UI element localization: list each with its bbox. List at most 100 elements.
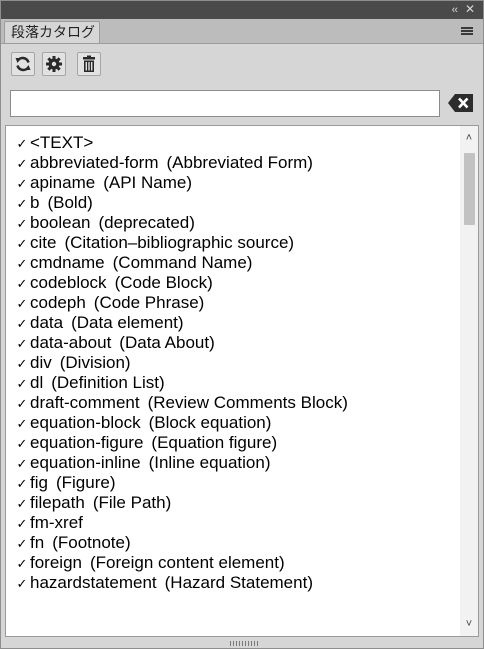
item-description: (Definition List) <box>51 373 165 392</box>
panel-title-strip: ‹‹ ✕ <box>1 1 483 19</box>
list-item[interactable]: ✓ draft-comment (Review Comments Block) <box>6 393 458 413</box>
refresh-button[interactable] <box>11 52 35 76</box>
checkmark-icon: ✓ <box>16 416 28 431</box>
item-description: (Division) <box>59 353 131 372</box>
collapse-panel-button[interactable]: ‹‹ <box>452 3 458 17</box>
checkmark-icon: ✓ <box>16 376 28 391</box>
list-item[interactable]: ✓ <TEXT> <box>6 133 458 153</box>
item-description: (Code Phrase) <box>93 293 205 312</box>
item-description: (Footnote) <box>52 533 131 552</box>
list-item[interactable]: ✓ data-about (Data About) <box>6 333 458 353</box>
item-description: (Inline equation) <box>148 453 271 472</box>
checkmark-icon: ✓ <box>16 556 28 571</box>
item-description: (API Name) <box>103 173 193 192</box>
checkmark-icon: ✓ <box>16 296 28 311</box>
item-name: apiname <box>30 173 96 192</box>
item-name: div <box>30 353 52 372</box>
item-name: fm-xref <box>30 513 83 532</box>
item-description: (Data About) <box>119 333 215 352</box>
list-item[interactable]: ✓ foreign (Foreign content element) <box>6 553 458 573</box>
list-item[interactable]: ✓ equation-figure (Equation figure) <box>6 433 458 453</box>
checkmark-icon: ✓ <box>16 136 28 151</box>
list-item[interactable]: ✓ fig (Figure) <box>6 473 458 493</box>
item-name: fig <box>30 473 48 492</box>
list-items: ✓ <TEXT> ✓ abbreviated-form (Abbreviated For… <box>6 133 458 593</box>
item-description: (Block equation) <box>148 413 272 432</box>
backspace-clear-icon <box>448 94 473 112</box>
checkmark-icon: ✓ <box>16 176 28 191</box>
settings-button[interactable] <box>42 52 66 76</box>
item-name: b <box>30 193 40 212</box>
checkmark-icon: ✓ <box>16 536 28 551</box>
checkmark-icon: ✓ <box>16 276 28 291</box>
list-item[interactable]: ✓ hazardstatement (Hazard Statement) <box>6 573 458 593</box>
scroll-down-button[interactable]: ˅ <box>460 616 478 632</box>
paragraph-format-list[interactable]: ✓ <TEXT> ✓ abbreviated-form (Abbreviated For… <box>5 125 479 637</box>
list-item[interactable]: ✓ div (Division) <box>6 353 458 373</box>
list-item[interactable]: ✓ fm-xref <box>6 513 458 533</box>
item-description: (Figure) <box>55 473 116 492</box>
item-description: (File Path) <box>92 493 172 512</box>
item-description: (Command Name) <box>112 253 253 272</box>
list-item[interactable]: ✓ equation-inline (Inline equation) <box>6 453 458 473</box>
item-name: equation-figure <box>30 433 144 452</box>
checkmark-icon: ✓ <box>16 356 28 371</box>
delete-button[interactable] <box>77 52 101 76</box>
refresh-icon <box>15 56 31 72</box>
checkmark-icon: ✓ <box>16 476 28 491</box>
close-panel-button[interactable]: ✕ <box>465 2 475 16</box>
item-description: (Equation figure) <box>151 433 278 452</box>
item-name: codeblock <box>30 273 107 292</box>
item-name: cmdname <box>30 253 105 272</box>
item-description: (deprecated) <box>98 213 195 232</box>
list-item[interactable]: ✓ fn (Footnote) <box>6 533 458 553</box>
checkmark-icon: ✓ <box>16 516 28 531</box>
checkmark-icon: ✓ <box>16 156 28 171</box>
item-name: data <box>30 313 64 332</box>
item-description: (Review Comments Block) <box>147 393 348 412</box>
checkmark-icon: ✓ <box>16 396 28 411</box>
item-name: equation-block <box>30 413 141 432</box>
checkmark-icon: ✓ <box>16 336 28 351</box>
checkmark-icon: ✓ <box>16 576 28 591</box>
item-name: data-about <box>30 333 112 352</box>
checkmark-icon: ✓ <box>16 316 28 331</box>
list-item[interactable]: ✓ dl (Definition List) <box>6 373 458 393</box>
list-item[interactable]: ✓ codeph (Code Phrase) <box>6 293 458 313</box>
list-item[interactable]: ✓ equation-block (Block equation) <box>6 413 458 433</box>
tab-paragraph-catalog[interactable]: 段落カタログ <box>4 21 100 43</box>
item-description: (Citation–bibliographic source) <box>64 233 295 252</box>
item-name: equation-inline <box>30 453 141 472</box>
checkmark-icon: ✓ <box>16 216 28 231</box>
item-description: (Foreign content element) <box>89 553 285 572</box>
list-item[interactable]: ✓ abbreviated-form (Abbreviated Form) <box>6 153 458 173</box>
item-name: filepath <box>30 493 85 512</box>
panel-menu-icon[interactable] <box>461 27 473 36</box>
item-description: (Abbreviated Form) <box>166 153 313 172</box>
item-name: codeph <box>30 293 86 312</box>
checkmark-icon: ✓ <box>16 236 28 251</box>
list-item[interactable]: ✓ boolean (deprecated) <box>6 213 458 233</box>
list-item[interactable]: ✓ apiname (API Name) <box>6 173 458 193</box>
list-item[interactable]: ✓ cmdname (Command Name) <box>6 253 458 273</box>
item-name: fn <box>30 533 45 552</box>
list-item[interactable]: ✓ b (Bold) <box>6 193 458 213</box>
resize-grip[interactable] <box>230 641 258 646</box>
scroll-thumb[interactable] <box>464 153 475 225</box>
item-name: draft-comment <box>30 393 140 412</box>
trash-icon <box>83 55 95 72</box>
list-item[interactable]: ✓ data (Data element) <box>6 313 458 333</box>
checkmark-icon: ✓ <box>16 496 28 511</box>
scroll-up-button[interactable]: ˄ <box>460 130 478 146</box>
search-input[interactable] <box>10 90 440 117</box>
checkmark-icon: ✓ <box>16 256 28 271</box>
gear-icon <box>46 56 62 72</box>
vertical-scrollbar[interactable]: ˄ ˅ <box>460 126 478 636</box>
list-item[interactable]: ✓ codeblock (Code Block) <box>6 273 458 293</box>
item-description: (Code Block) <box>114 273 213 292</box>
clear-search-button[interactable] <box>447 93 474 113</box>
list-item[interactable]: ✓ filepath (File Path) <box>6 493 458 513</box>
paragraph-catalog-panel: ‹‹ ✕ 段落カタログ ✓ <TEXT> ✓ abbreviated-form … <box>0 0 484 649</box>
item-name: foreign <box>30 553 82 572</box>
list-item[interactable]: ✓ cite (Citation–bibliographic source) <box>6 233 458 253</box>
